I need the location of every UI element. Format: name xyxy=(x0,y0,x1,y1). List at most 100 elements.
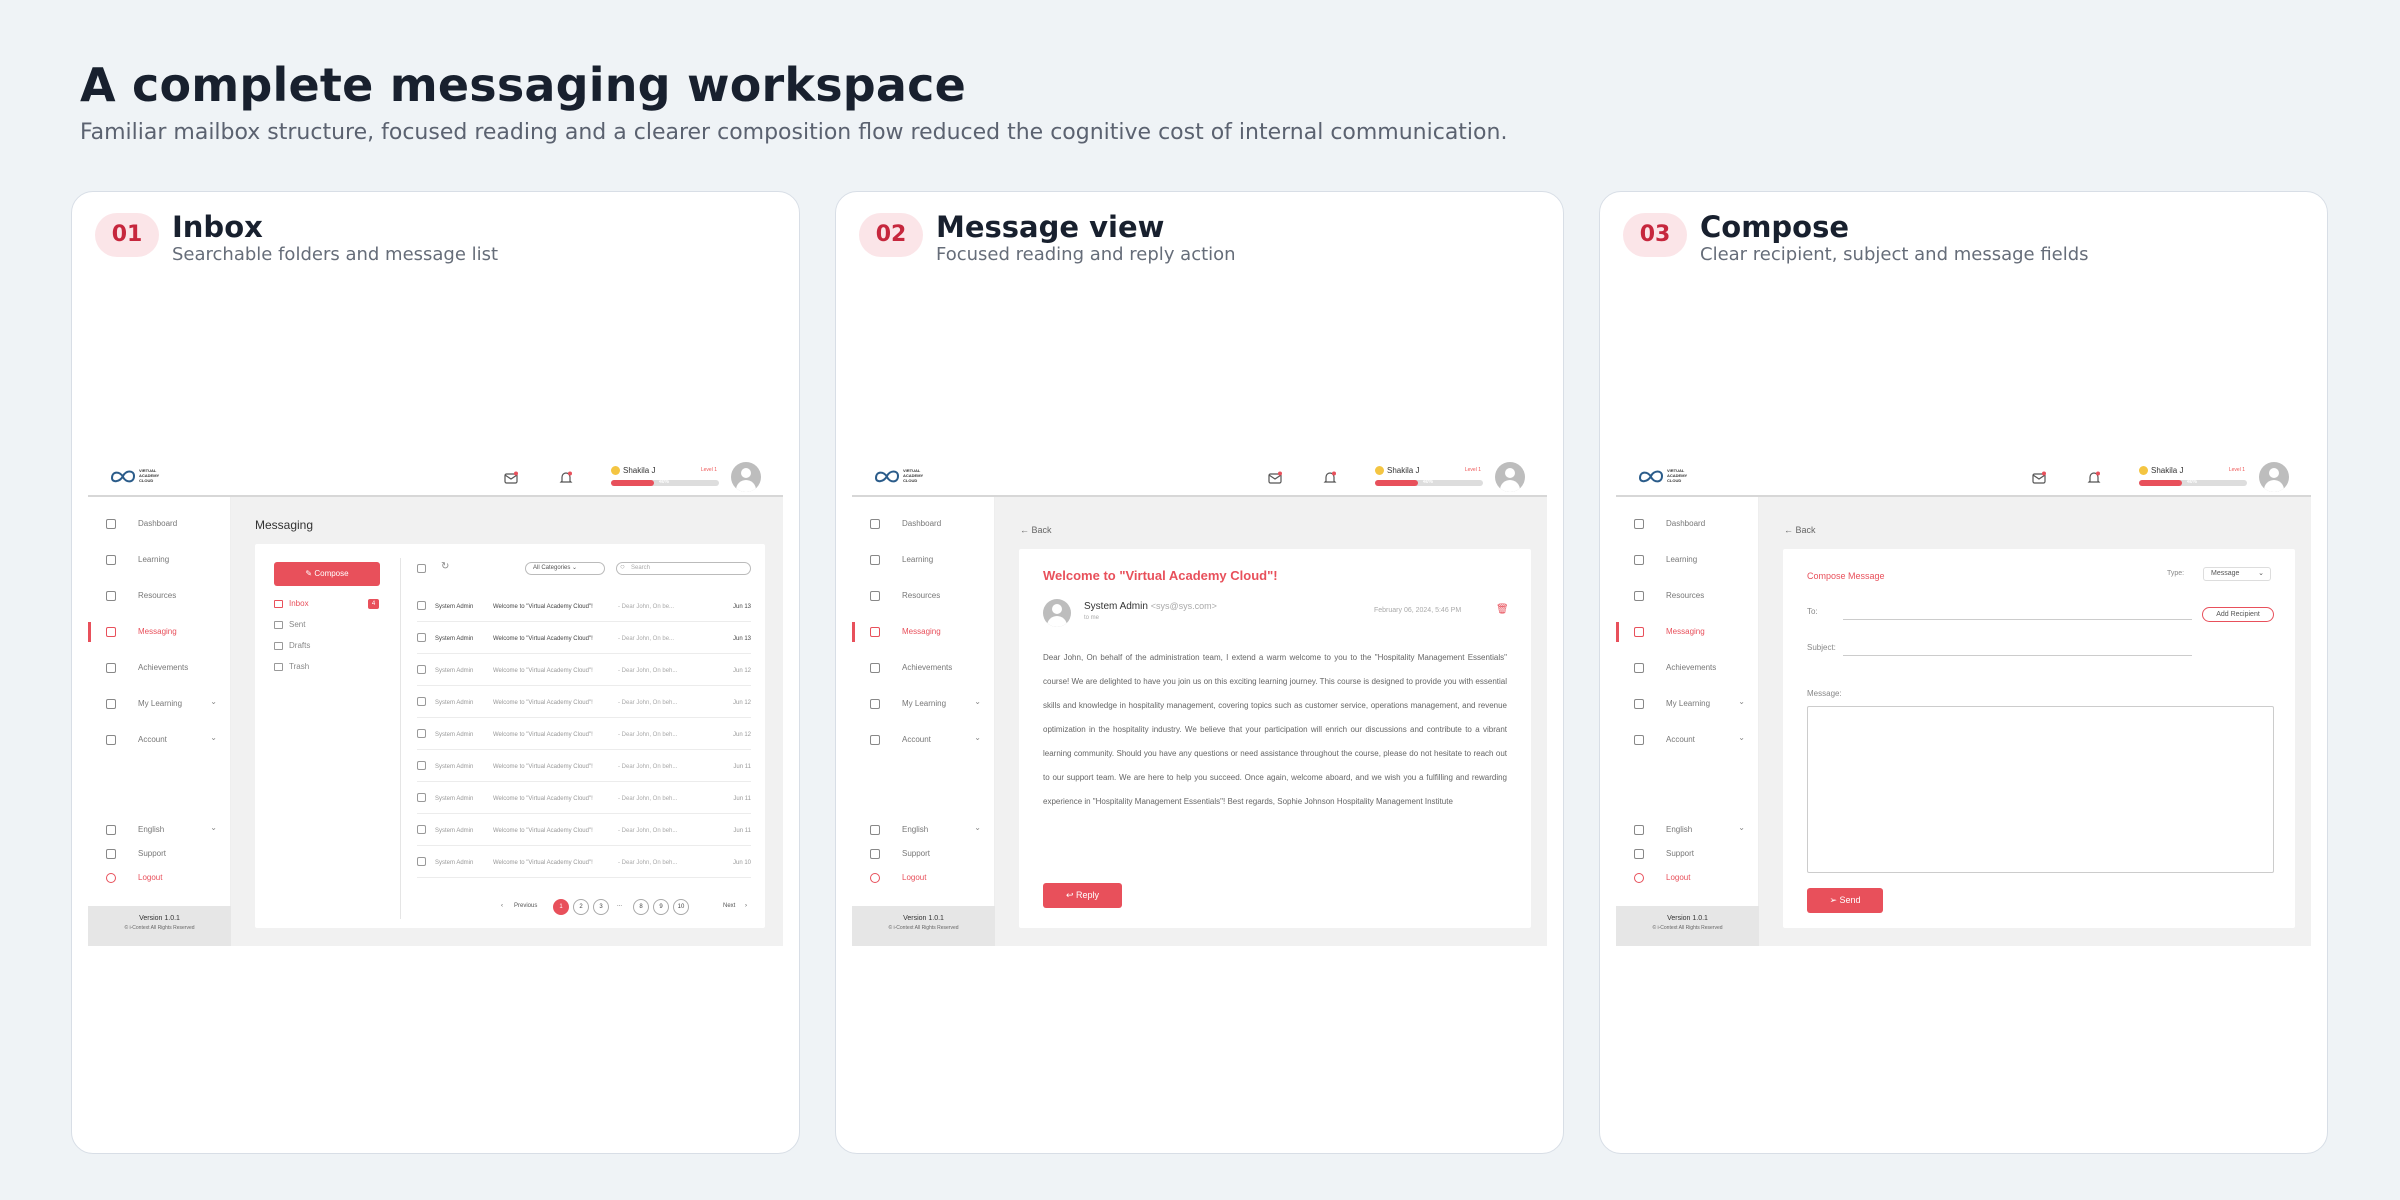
row-checkbox[interactable] xyxy=(417,697,426,706)
table-row[interactable]: System Admin Welcome to "Virtual Academy… xyxy=(417,654,751,686)
progress-fill xyxy=(1375,480,1419,486)
chevron-right-icon[interactable]: › xyxy=(745,903,747,919)
sidebar-item-account[interactable]: Account ⌄ xyxy=(88,730,231,750)
table-row[interactable]: System Admin Welcome to "Virtual Academy… xyxy=(417,686,751,718)
bell-icon[interactable] xyxy=(2086,470,2102,486)
previous-button[interactable]: Previous xyxy=(514,903,537,919)
table-row[interactable]: System Admin Welcome to "Virtual Academy… xyxy=(417,622,751,654)
row-checkbox[interactable] xyxy=(417,633,426,642)
table-row[interactable]: System Admin Welcome to "Virtual Academy… xyxy=(417,750,751,782)
folder-trash[interactable]: Trash xyxy=(274,662,309,671)
table-row[interactable]: System Admin Welcome to "Virtual Academy… xyxy=(417,814,751,846)
refresh-icon[interactable]: ↻ xyxy=(441,561,449,572)
sidebar-item-english[interactable]: English ⌄ xyxy=(88,820,231,840)
sidebar-item-logout[interactable]: Logout xyxy=(88,868,231,888)
table-row[interactable]: System Admin Welcome to "Virtual Academy… xyxy=(417,590,751,622)
send-button[interactable]: ➢ Send xyxy=(1807,888,1883,913)
mail-icon[interactable] xyxy=(503,470,519,486)
folder-sent[interactable]: Sent xyxy=(274,620,305,629)
sidebar-item-logout[interactable]: Logout xyxy=(1616,868,1759,888)
avatar[interactable] xyxy=(731,462,761,492)
sidebar-item-dashboard[interactable]: Dashboard xyxy=(1616,514,1759,534)
type-select[interactable]: Message ⌄ xyxy=(2203,567,2271,581)
sidebar-item-messaging[interactable]: Messaging xyxy=(88,622,231,642)
sidebar-item-my-learning[interactable]: My Learning ⌄ xyxy=(88,694,231,714)
avatar[interactable] xyxy=(1495,462,1525,492)
sidebar-item-my-learning[interactable]: My Learning ⌄ xyxy=(1616,694,1759,714)
card-compose: 03 Compose Clear recipient, subject and … xyxy=(1599,191,2328,1154)
sidebar-item-resources[interactable]: Resources xyxy=(852,586,995,606)
card-subtitle: Searchable folders and message list xyxy=(172,244,499,265)
sidebar-item-logout[interactable]: Logout xyxy=(852,868,995,888)
sidebar-item-dashboard[interactable]: Dashboard xyxy=(852,514,995,534)
folder-inbox[interactable]: Inbox xyxy=(274,599,309,608)
sidebar-item-my-learning[interactable]: My Learning ⌄ xyxy=(852,694,995,714)
sidebar-item-learning[interactable]: Learning xyxy=(88,550,231,570)
row-checkbox[interactable] xyxy=(417,793,426,802)
sidebar-item-achievements[interactable]: Achievements xyxy=(852,658,995,678)
grid-icon xyxy=(1634,519,1644,529)
mail-icon[interactable] xyxy=(2031,470,2047,486)
add-recipient-button[interactable]: Add Recipient xyxy=(2202,607,2274,622)
sidebar-item-account[interactable]: Account ⌄ xyxy=(852,730,995,750)
sidebar-item-support[interactable]: Support xyxy=(88,844,231,864)
folder-drafts[interactable]: Drafts xyxy=(274,641,310,650)
sidebar-item-dashboard[interactable]: Dashboard xyxy=(88,514,231,534)
logout-icon xyxy=(1634,873,1644,883)
sidebar-item-resources[interactable]: Resources xyxy=(88,586,231,606)
row-checkbox[interactable] xyxy=(417,857,426,866)
sidebar-item-messaging[interactable]: Messaging xyxy=(1616,622,1759,642)
search-input[interactable]: Search xyxy=(616,562,751,575)
page-3-button[interactable]: 3 xyxy=(593,899,609,915)
user-progress[interactable]: Shakila J Level 1 40% xyxy=(2139,466,2247,490)
version-footer: Version 1.0.1 © i-Context All Rights Res… xyxy=(852,906,995,946)
select-all-checkbox[interactable] xyxy=(417,564,426,573)
sidebar-item-learning[interactable]: Learning xyxy=(852,550,995,570)
bell-icon[interactable] xyxy=(558,470,574,486)
user-progress[interactable]: Shakila J Level 1 40% xyxy=(1375,466,1483,490)
row-checkbox[interactable] xyxy=(417,729,426,738)
to-field[interactable] xyxy=(1843,619,2192,620)
step-badge: 03 xyxy=(1623,213,1687,257)
language-icon xyxy=(1634,825,1644,835)
compose-button[interactable]: ✎ Compose xyxy=(274,562,380,586)
sidebar-item-support[interactable]: Support xyxy=(852,844,995,864)
sidebar-item-english[interactable]: English ⌄ xyxy=(852,820,995,840)
page-2-button[interactable]: 2 xyxy=(573,899,589,915)
chevron-left-icon[interactable]: ‹ xyxy=(501,903,503,919)
back-button[interactable]: ← Back xyxy=(1020,525,1052,535)
sidebar-item-english[interactable]: English ⌄ xyxy=(1616,820,1759,840)
page-8-button[interactable]: 8 xyxy=(633,899,649,915)
avatar[interactable] xyxy=(2259,462,2289,492)
sidebar-item-resources[interactable]: Resources xyxy=(1616,586,1759,606)
page-9-button[interactable]: 9 xyxy=(653,899,669,915)
trash-icon[interactable]: 🗑 xyxy=(1496,604,1509,615)
row-checkbox[interactable] xyxy=(417,665,426,674)
subject-field[interactable] xyxy=(1843,655,2192,656)
sidebar-item-achievements[interactable]: Achievements xyxy=(1616,658,1759,678)
user-progress[interactable]: Shakila J Level 1 40% xyxy=(611,466,719,490)
sidebar-item-messaging[interactable]: Messaging xyxy=(852,622,995,642)
sidebar-item-achievements[interactable]: Achievements xyxy=(88,658,231,678)
sidebar-item-learning[interactable]: Learning xyxy=(1616,550,1759,570)
bell-icon[interactable] xyxy=(1322,470,1338,486)
chevron-down-icon: ⌄ xyxy=(1738,733,1745,742)
category-select[interactable]: All Categories ⌄ xyxy=(525,562,605,575)
table-row[interactable]: System Admin Welcome to "Virtual Academy… xyxy=(417,782,751,814)
reply-button[interactable]: ↩ Reply xyxy=(1043,883,1122,908)
sidebar-item-account[interactable]: Account ⌄ xyxy=(1616,730,1759,750)
row-checkbox[interactable] xyxy=(417,825,426,834)
drafts-icon xyxy=(274,641,283,650)
next-button[interactable]: Next xyxy=(723,903,735,919)
message-body: Dear John, On behalf of the administrati… xyxy=(1043,653,1507,806)
page-1-button[interactable]: 1 xyxy=(553,899,569,915)
table-row[interactable]: System Admin Welcome to "Virtual Academy… xyxy=(417,718,751,750)
back-button[interactable]: ← Back xyxy=(1784,525,1816,535)
row-checkbox[interactable] xyxy=(417,761,426,770)
page-10-button[interactable]: 10 xyxy=(673,899,689,915)
row-checkbox[interactable] xyxy=(417,601,426,610)
table-row[interactable]: System Admin Welcome to "Virtual Academy… xyxy=(417,846,751,878)
message-textarea[interactable] xyxy=(1807,706,2274,873)
mail-icon[interactable] xyxy=(1267,470,1283,486)
sidebar-item-support[interactable]: Support xyxy=(1616,844,1759,864)
